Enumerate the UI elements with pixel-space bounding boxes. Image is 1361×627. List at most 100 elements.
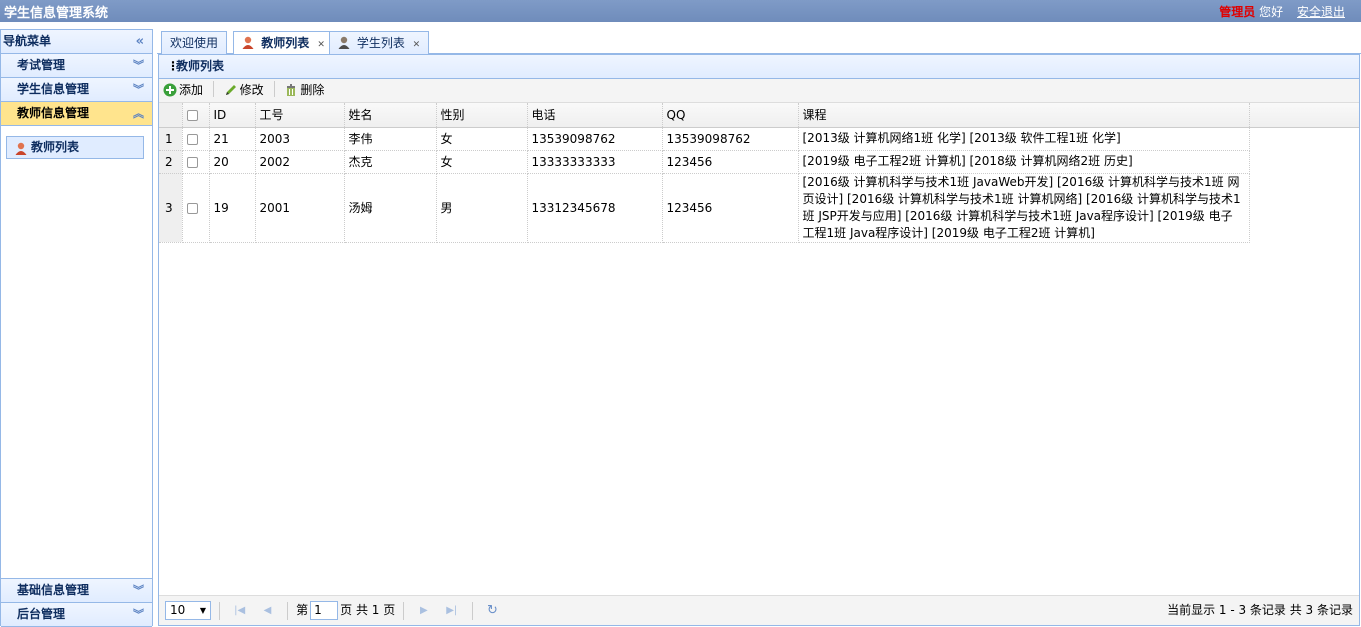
cell-phone: 13539098762	[527, 127, 663, 151]
cell-phone: 13312345678	[527, 173, 663, 243]
pager-separator	[218, 601, 220, 620]
cell-name: 杰克	[344, 150, 437, 174]
refresh-icon[interactable]: ↻	[485, 597, 499, 625]
user-greeting: 您好	[1259, 5, 1284, 19]
cell-sex: 女	[436, 127, 528, 151]
toolbar: 添加 修改 删除	[159, 79, 1359, 103]
teacher-panel: ⋮教师列表 添加 修改 删除 ID 工号 姓名 性别 电话 QQ 课程 1 21…	[158, 54, 1360, 626]
row-select[interactable]	[182, 127, 210, 151]
row-select[interactable]	[182, 150, 210, 174]
sidebar-item-teacher-list[interactable]: 教师列表	[6, 136, 144, 159]
top-banner: 学生信息管理系统 管理员 您好 安全退出	[0, 0, 1361, 22]
panel-header: ⋮教师列表	[159, 55, 1359, 79]
page-suffix: 页 共 1 页	[340, 603, 396, 617]
page-number-input[interactable]: 1	[310, 601, 339, 620]
column-header-sex[interactable]: 性别	[436, 103, 528, 128]
tab-student-list[interactable]: 学生列表 ✕	[329, 31, 430, 56]
close-icon[interactable]: ✕	[317, 40, 325, 50]
cell-filler	[1249, 173, 1359, 242]
cell-name: 李伟	[344, 127, 437, 151]
pencil-icon	[224, 82, 238, 105]
prev-page-icon[interactable]: ◀	[260, 597, 274, 625]
cell-course: [2013级 计算机网络1班 化学] [2013级 软件工程1班 化学]	[798, 127, 1250, 151]
toolbar-separator	[273, 81, 275, 97]
pager-separator	[471, 601, 473, 620]
cell-phone: 13333333333	[527, 150, 663, 174]
accordion-label: 后台管理	[17, 607, 66, 621]
pager-info: 当前显示 1 - 3 条记录 共 3 条记录	[1167, 603, 1353, 617]
first-page-icon[interactable]: |◀	[233, 597, 247, 625]
user-role: 管理员	[1219, 5, 1256, 19]
close-icon[interactable]: ✕	[413, 40, 421, 50]
cell-qq: 13539098762	[662, 127, 799, 151]
collapse-icon[interactable]: «	[136, 30, 144, 53]
next-page-icon[interactable]: ▶	[417, 597, 431, 625]
tab-label: 教师列表	[261, 36, 310, 50]
cell-qq: 123456	[662, 150, 799, 174]
tab-label: 学生列表	[356, 36, 405, 50]
table-row[interactable]: 2 20 2002 杰克 女 13333333333 123456 [2019级…	[159, 150, 1359, 174]
add-label: 添加	[179, 83, 204, 97]
add-button[interactable]: 添加	[163, 79, 203, 105]
cell-name: 汤姆	[344, 173, 437, 243]
pager-separator	[403, 601, 405, 620]
logout-link[interactable]: 安全退出	[1297, 5, 1345, 19]
column-header-name[interactable]: 姓名	[344, 103, 437, 128]
student-icon	[338, 34, 350, 56]
pagination-bar: 10 ▼ |◀ ◀ 第1页 共 1 页 ▶ ▶| ↻ 当前显示 1 - 3 条记…	[159, 595, 1359, 625]
tab-welcome[interactable]: 欢迎使用	[161, 31, 228, 55]
cell-id: 19	[209, 173, 256, 243]
table-row[interactable]: 1 21 2003 李伟 女 13539098762 13539098762 […	[159, 127, 1359, 151]
row-checkbox[interactable]	[186, 156, 198, 168]
delete-label: 删除	[300, 83, 325, 97]
accordion-student[interactable]: 学生信息管理 ︾	[1, 78, 152, 102]
trash-icon	[284, 82, 298, 105]
edit-button[interactable]: 修改	[224, 79, 264, 105]
chevron-up-icon: ︽	[133, 107, 144, 120]
user-area: 管理员 您好 安全退出	[1219, 3, 1345, 20]
select-all-checkbox[interactable]	[186, 109, 198, 121]
cell-filler	[1249, 127, 1359, 150]
tab-teacher-list[interactable]: 教师列表 ✕	[233, 31, 334, 56]
page-size-value: 10	[170, 603, 186, 617]
last-page-icon[interactable]: ▶|	[445, 597, 459, 625]
cell-course: [2019级 电子工程2班 计算机] [2018级 计算机网络2班 历史]	[798, 150, 1250, 174]
panel-title: 教师列表	[176, 59, 225, 73]
row-select[interactable]	[182, 173, 210, 243]
toolbar-separator	[212, 81, 214, 97]
column-header-course[interactable]: 课程	[798, 103, 1250, 128]
teacher-icon	[15, 141, 27, 162]
accordion-label: 基础信息管理	[17, 583, 90, 597]
dropdown-arrow-icon: ▼	[199, 606, 206, 615]
teacher-table: ID 工号 姓名 性别 电话 QQ 课程 1 21 2003 李伟 女 1353…	[159, 103, 1359, 243]
row-checkbox[interactable]	[186, 133, 198, 145]
select-all-header[interactable]	[182, 103, 210, 128]
accordion-label: 教师信息管理	[17, 106, 90, 120]
cell-id: 21	[209, 127, 256, 151]
page-size-select[interactable]: 10 ▼	[165, 601, 211, 620]
row-number: 1	[159, 127, 183, 151]
accordion-exam[interactable]: 考试管理 ︾	[1, 54, 152, 78]
app-title: 学生信息管理系统	[4, 6, 109, 21]
cell-no: 2002	[255, 150, 345, 174]
column-header-phone[interactable]: 电话	[527, 103, 663, 128]
table-row[interactable]: 3 19 2001 汤姆 男 13312345678 123456 [2016级…	[159, 173, 1359, 243]
accordion-teacher-body: 教师列表	[1, 126, 152, 579]
column-header-no[interactable]: 工号	[255, 103, 345, 128]
accordion-basic[interactable]: 基础信息管理 ︾	[1, 579, 152, 603]
cell-qq: 123456	[662, 173, 799, 243]
table-header-row: ID 工号 姓名 性别 电话 QQ 课程	[159, 103, 1359, 128]
row-checkbox[interactable]	[186, 202, 198, 214]
accordion-teacher[interactable]: 教师信息管理 ︽	[1, 102, 152, 126]
chevron-down-icon: ︾	[133, 584, 144, 597]
page-prefix: 第	[296, 603, 309, 617]
column-header-filler	[1249, 103, 1359, 128]
add-icon	[163, 82, 177, 105]
column-header-qq[interactable]: QQ	[662, 103, 799, 128]
accordion-admin[interactable]: 后台管理 ︾	[1, 603, 152, 627]
sidebar: 导航菜单 « 考试管理 ︾ 学生信息管理 ︾ 教师信息管理 ︽ 教师列表 基础信…	[0, 29, 153, 627]
column-header-id[interactable]: ID	[209, 103, 256, 128]
delete-button[interactable]: 删除	[284, 79, 324, 105]
teacher-grid: ID 工号 姓名 性别 电话 QQ 课程 1 21 2003 李伟 女 1353…	[159, 103, 1359, 243]
cell-filler	[1249, 150, 1359, 173]
